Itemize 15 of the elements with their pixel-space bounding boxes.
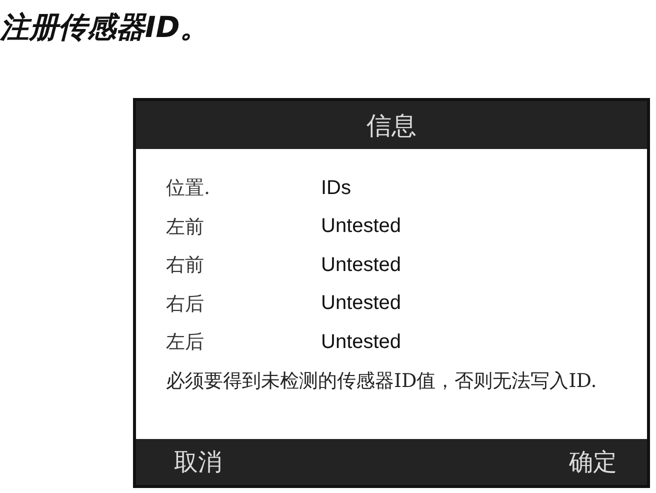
screen-title: 信息 bbox=[366, 110, 416, 142]
position-label: 右后 bbox=[166, 292, 205, 317]
heading: 注册传感器ID。 bbox=[0, 9, 209, 45]
position-label: 左前 bbox=[166, 214, 205, 240]
column-header: IDs bbox=[321, 176, 352, 200]
column-header: 位置. bbox=[166, 176, 212, 202]
confirm-button[interactable]: 确定 bbox=[569, 446, 617, 478]
id-value: Untested bbox=[321, 330, 402, 354]
message-text: 必须要得到未检测的传感器ID值，否则无法写入ID. bbox=[166, 368, 598, 394]
position-label: 右前 bbox=[166, 253, 205, 278]
position-label: 左后 bbox=[166, 330, 205, 356]
id-value: Untested bbox=[321, 292, 402, 316]
id-value: Untested bbox=[321, 254, 402, 277]
cancel-button[interactable]: 取消 bbox=[174, 446, 222, 478]
id-value: Untested bbox=[321, 215, 402, 238]
